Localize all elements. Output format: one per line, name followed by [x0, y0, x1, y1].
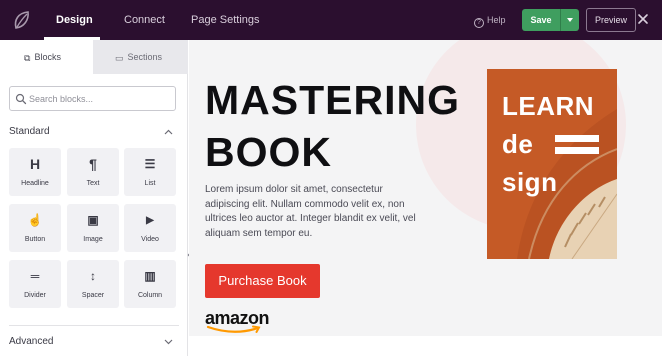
block-image[interactable]: ▣ Image: [67, 204, 119, 252]
tab-design[interactable]: Design: [56, 0, 93, 40]
block-label: Column: [137, 292, 163, 299]
preview-button[interactable]: Preview: [586, 8, 636, 32]
block-label: Text: [86, 180, 100, 187]
divider-icon: ═: [30, 269, 40, 283]
title-line: BOOK: [205, 129, 332, 175]
search-box: [9, 86, 176, 111]
group-standard-label[interactable]: Standard: [9, 126, 50, 137]
purchase-book-button[interactable]: Purchase Book: [205, 264, 320, 298]
tab-page-settings[interactable]: Page Settings: [191, 0, 260, 40]
equals-bars-icon: [555, 135, 599, 154]
block-label: Divider: [24, 292, 46, 299]
chevron-down-icon[interactable]: [164, 339, 173, 345]
canvas-footer-area: [189, 336, 662, 356]
paragraph-icon: ¶: [89, 156, 97, 172]
spacer-icon: ↕: [90, 269, 96, 283]
block-column[interactable]: ▥ Column: [124, 260, 176, 308]
search-icon: [15, 93, 27, 105]
save-button[interactable]: Save: [522, 9, 560, 31]
book-cover-line: LEARN: [502, 91, 595, 121]
close-icon[interactable]: [636, 12, 650, 26]
block-video[interactable]: ▶ Video: [124, 204, 176, 252]
top-bar: Design Connect Page Settings ? Help Save …: [0, 0, 662, 40]
divider: [9, 325, 179, 326]
block-label: Video: [141, 236, 159, 243]
column-icon: ▥: [144, 269, 156, 283]
sidebar: ⧉Blocks ▭Sections Standard H Headline ¶ …: [0, 40, 188, 356]
amazon-smile-icon: [206, 325, 261, 333]
block-spacer[interactable]: ↕ Spacer: [67, 260, 119, 308]
block-label: Button: [24, 236, 46, 243]
page-builder-app: Design Connect Page Settings ? Help Save …: [0, 0, 662, 356]
book-cover-image[interactable]: LEARN de sign: [487, 69, 617, 259]
tab-sections-label: Sections: [127, 52, 163, 62]
book-cover-line: sign: [502, 167, 558, 197]
description-text[interactable]: Lorem ipsum dolor sit amet, consectetur …: [205, 183, 430, 241]
page-canvas: MASTERING BOOK Lorem ipsum dolor sit ame…: [189, 40, 662, 336]
image-icon: ▣: [87, 213, 99, 227]
sections-icon: ▭: [115, 53, 124, 63]
block-button[interactable]: ☝ Button: [9, 204, 61, 252]
chevron-up-icon[interactable]: [164, 129, 173, 135]
block-divider[interactable]: ═ Divider: [9, 260, 61, 308]
block-label: Image: [83, 236, 103, 243]
block-label: Spacer: [81, 292, 105, 299]
save-options-dropdown-button[interactable]: [560, 9, 579, 31]
tab-blocks[interactable]: ⧉ Blocks: [0, 40, 93, 74]
book-cover-line: de: [502, 129, 534, 159]
search-input[interactable]: [29, 92, 169, 106]
tab-blocks-label: Blocks: [34, 52, 61, 62]
group-advanced-label[interactable]: Advanced: [9, 336, 53, 347]
amazon-logo[interactable]: amazon: [205, 308, 275, 334]
headline-icon: H: [29, 156, 41, 172]
list-icon: ☰: [144, 157, 156, 171]
help-label: Help: [487, 15, 506, 25]
blocks-icon: ⧉: [24, 53, 31, 63]
page-title[interactable]: MASTERING BOOK: [205, 74, 460, 178]
block-label: List: [144, 180, 156, 187]
title-line: MASTERING: [205, 77, 460, 123]
help-link[interactable]: ? Help: [474, 0, 506, 40]
help-icon: ?: [474, 18, 484, 28]
video-icon: ▶: [146, 214, 154, 226]
block-text[interactable]: ¶ Text: [67, 148, 119, 196]
block-headline[interactable]: H Headline: [9, 148, 61, 196]
block-list[interactable]: ☰ List: [124, 148, 176, 196]
pointer-hand-icon: ☝: [27, 213, 43, 227]
tab-sections[interactable]: ▭ Sections: [93, 40, 188, 74]
seedprod-logo-icon[interactable]: [8, 6, 36, 34]
block-label: Headline: [21, 180, 49, 187]
tab-connect[interactable]: Connect: [124, 0, 165, 40]
